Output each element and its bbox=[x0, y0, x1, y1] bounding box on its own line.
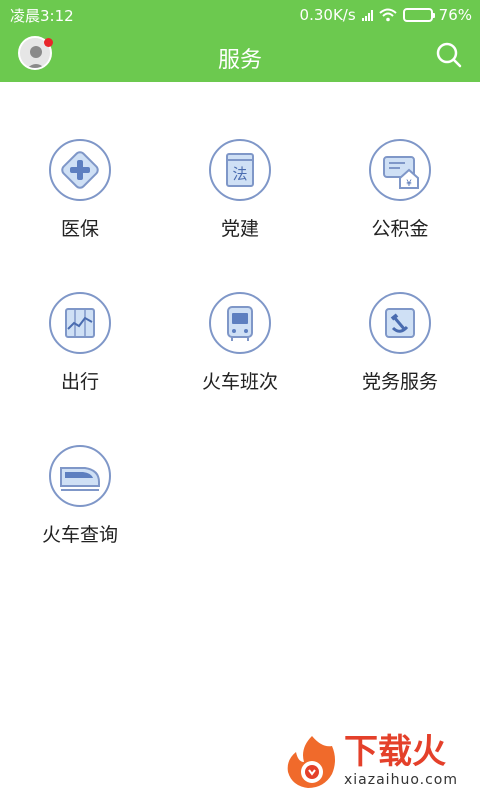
watermark-logo: 下载火 xiazaihuo.com bbox=[282, 732, 472, 792]
housing-fund-icon: ¥ bbox=[369, 139, 431, 201]
app-bar: 服务 bbox=[0, 30, 480, 82]
search-button[interactable] bbox=[434, 40, 464, 70]
service-item-travel[interactable]: 出行 bbox=[0, 235, 160, 393]
bus-icon bbox=[209, 292, 271, 354]
service-label: 火车查询 bbox=[41, 524, 118, 546]
network-speed: 0.30K/s bbox=[299, 6, 356, 24]
status-indicators: 0.30K/s 76% bbox=[300, 6, 472, 24]
status-time: 凌晨3:12 bbox=[10, 6, 74, 25]
party-building-icon: 法 bbox=[209, 139, 271, 201]
service-item-housing-fund[interactable]: ¥ 公积金 bbox=[320, 82, 480, 240]
service-item-party-building[interactable]: 法 党建 bbox=[160, 82, 320, 240]
watermark-url: xiazaihuo.com bbox=[344, 772, 458, 788]
service-label: 火车班次 bbox=[201, 371, 278, 393]
travel-icon bbox=[49, 292, 111, 354]
service-item-medical-insurance[interactable]: 医保 bbox=[0, 82, 160, 240]
battery-icon bbox=[402, 8, 435, 22]
service-item-party-affairs[interactable]: 党务服务 bbox=[320, 235, 480, 393]
train-query-icon bbox=[49, 445, 111, 507]
battery-percent: 76% bbox=[438, 6, 472, 24]
service-item-train-query[interactable]: 火车查询 bbox=[0, 388, 160, 546]
party-affairs-icon bbox=[369, 292, 431, 354]
signal-icon bbox=[361, 9, 373, 21]
service-label: 党务服务 bbox=[361, 371, 438, 393]
medical-insurance-icon bbox=[49, 139, 111, 201]
page-title: 服务 bbox=[217, 48, 262, 73]
svg-text:法: 法 bbox=[232, 165, 247, 183]
watermark-brand: 下载火 bbox=[344, 732, 446, 772]
search-icon bbox=[436, 42, 462, 68]
status-bar: 凌晨3:12 0.30K/s 76% bbox=[0, 0, 480, 30]
svg-text:¥: ¥ bbox=[406, 179, 412, 189]
wifi-icon bbox=[378, 8, 397, 22]
service-item-train-schedule[interactable]: 火车班次 bbox=[160, 235, 320, 393]
flame-logo-icon bbox=[287, 736, 335, 788]
